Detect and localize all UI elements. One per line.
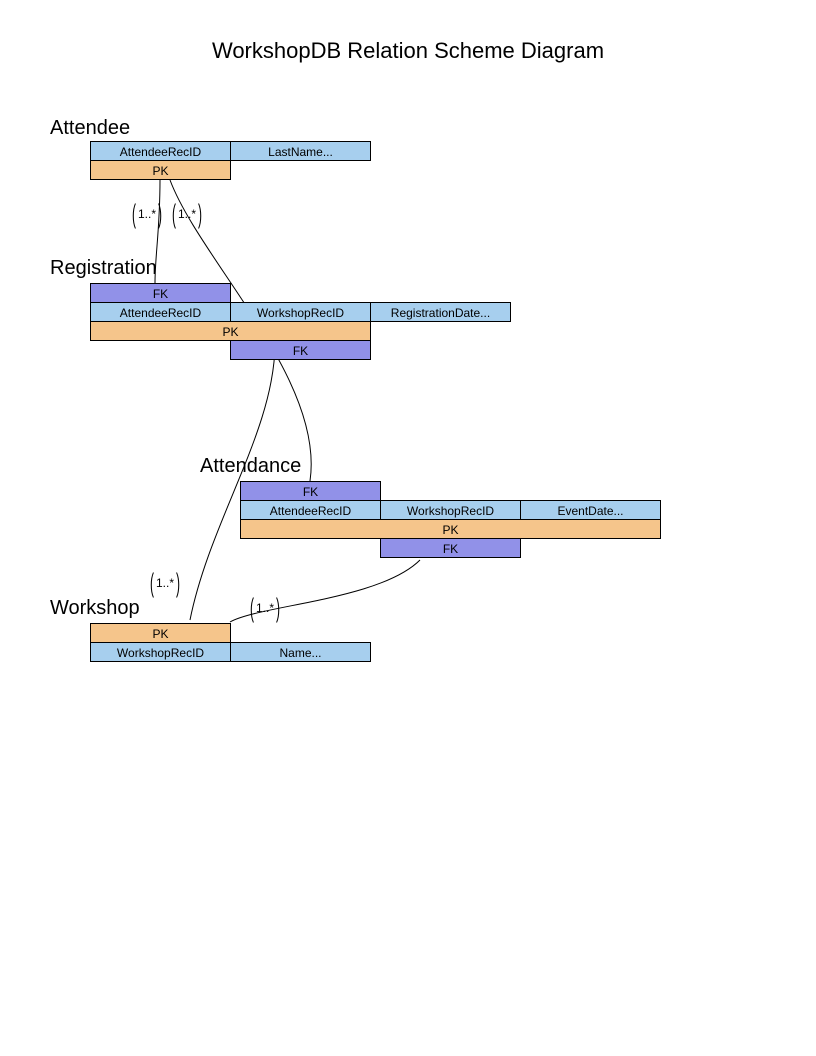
workshop-pk: PK [90,623,231,643]
registration-col-workshoprecid: WorkshopRecID [230,302,371,322]
registration-col-attendeerecid: AttendeeRecID [90,302,231,322]
attendance-fk-top: FK [240,481,381,501]
registration-fk-top: FK [90,283,231,303]
attendance-pk: PK [240,519,661,539]
attendee-label: Attendee [50,117,130,140]
cardinality-workshop-attendance: (1..*) [250,600,280,615]
attendee-pk: PK [90,160,231,180]
registration-pk: PK [90,321,371,341]
workshop-col-name: Name... [230,642,371,662]
registration-label: Registration [50,257,157,280]
diagram-title: WorkshopDB Relation Scheme Diagram [0,38,816,64]
attendance-label: Attendance [200,455,301,478]
attendee-col-attendeerecid: AttendeeRecID [90,141,231,161]
cardinality-workshop-registration: (1..*) [150,575,180,590]
workshop-label: Workshop [50,597,140,620]
cardinality-attendee-attendance: (1..*) [172,206,202,221]
attendee-col-lastname: LastName... [230,141,371,161]
attendance-col-attendeerecid: AttendeeRecID [240,500,381,520]
cardinality-attendee-registration: (1..*) [132,206,162,221]
registration-col-registrationdate: RegistrationDate... [370,302,511,322]
registration-fk-bottom: FK [230,340,371,360]
workshop-col-workshoprecid: WorkshopRecID [90,642,231,662]
attendance-col-workshoprecid: WorkshopRecID [380,500,521,520]
attendance-fk-bottom: FK [380,538,521,558]
attendance-col-eventdate: EventDate... [520,500,661,520]
